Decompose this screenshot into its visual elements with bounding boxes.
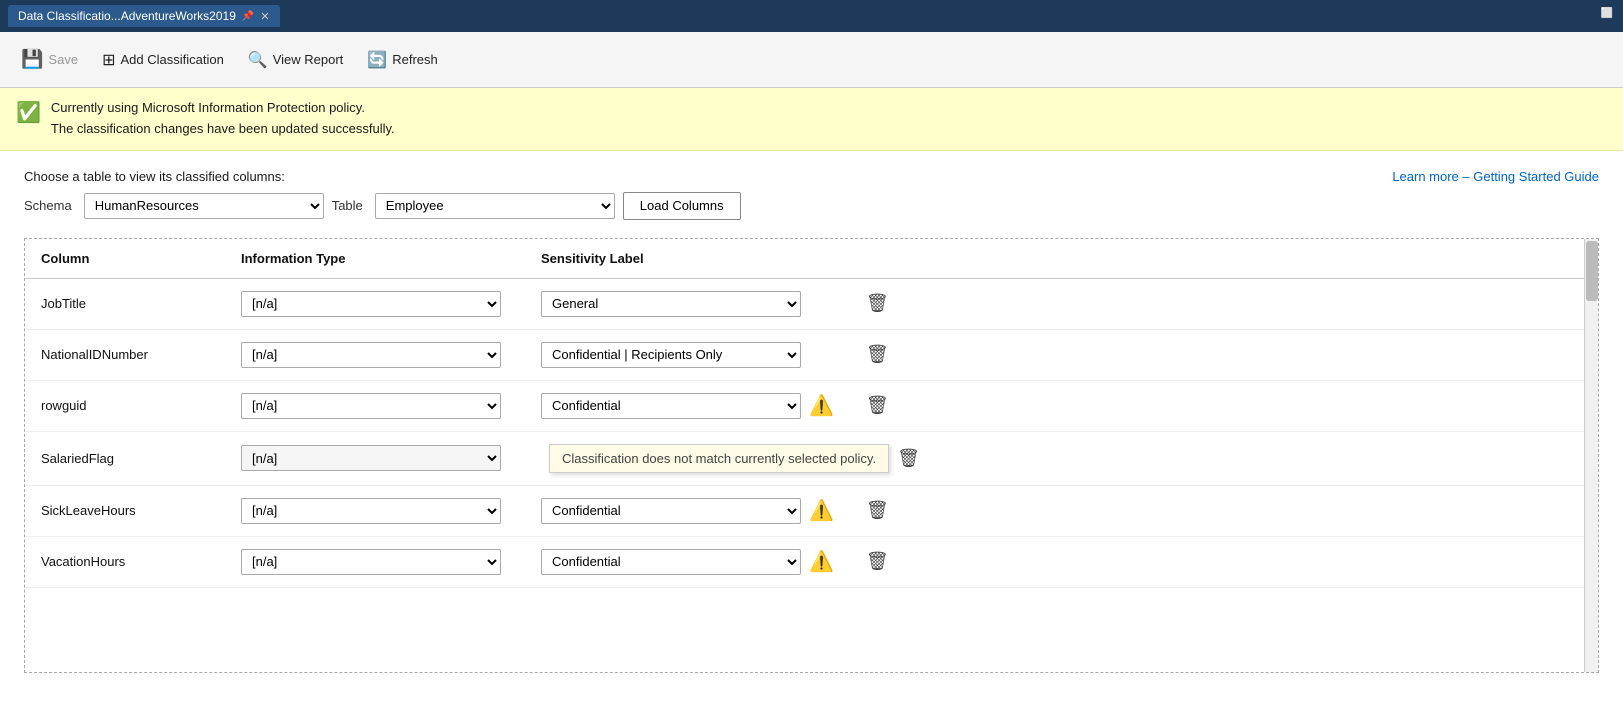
sensitivity-dropdown[interactable]: GeneralConfidentialConfidential | Recipi… xyxy=(541,393,801,419)
cell-row-actions: 🗑 xyxy=(850,536,1598,587)
save-button[interactable]: 💾 Save xyxy=(10,42,89,77)
cell-row-actions: 🗑 xyxy=(850,380,1598,431)
info-line-1: Currently using Microsoft Information Pr… xyxy=(51,98,395,119)
add-classification-icon: ⊞ xyxy=(102,50,115,70)
cell-row-actions: 🗑 xyxy=(850,329,1598,380)
info-line-2: The classification changes have been upd… xyxy=(51,119,395,140)
refresh-icon: 🔄 xyxy=(367,50,387,70)
cell-sensitivity: GeneralConfidentialConfidential | Recipi… xyxy=(525,278,850,329)
delete-row-icon[interactable]: 🗑 xyxy=(897,448,920,469)
main-content: Choose a table to view its classified co… xyxy=(0,151,1623,702)
view-report-button[interactable]: 🔍 View Report xyxy=(237,43,355,77)
cell-column-name: SickLeaveHours xyxy=(25,485,225,536)
cell-info-type: [n/a] xyxy=(225,431,525,485)
delete-row-icon[interactable]: 🗑 xyxy=(866,344,889,364)
success-icon: ✅ xyxy=(16,100,41,125)
warning-icon: ⚠️ xyxy=(809,393,834,418)
learn-more-link[interactable]: Learn more – Getting Started Guide xyxy=(1392,169,1599,184)
cell-info-type: [n/a]BankingCredit Card xyxy=(225,380,525,431)
controls-inner: Schema HumanResources dbo Person Product… xyxy=(24,192,741,220)
cell-info-type: [n/a]Banking xyxy=(225,485,525,536)
cell-info-type: [n/a] xyxy=(225,536,525,587)
cell-sensitivity: GeneralConfidentialConfidential | Recipi… xyxy=(525,329,850,380)
toolbar: 💾 Save ⊞ Add Classification 🔍 View Repor… xyxy=(0,32,1623,88)
cell-sensitivity: GeneralConfidentialConfidential | Recipi… xyxy=(525,380,850,431)
refresh-label: Refresh xyxy=(392,52,438,67)
cell-column-name: JobTitle xyxy=(25,278,225,329)
delete-row-icon[interactable]: 🗑 xyxy=(866,551,889,571)
cell-sensitivity: GeneralConfidentialConfidential | Recipi… xyxy=(525,536,850,587)
title-bar: Data Classificatio...AdventureWorks2019 … xyxy=(0,0,1623,32)
sensitivity-dropdown[interactable]: GeneralConfidentialConfidential | Recipi… xyxy=(541,498,801,524)
load-columns-label: Load Columns xyxy=(640,198,724,213)
col-header-info-type: Information Type xyxy=(225,239,525,279)
cell-row-actions: 🗑 xyxy=(850,485,1598,536)
pin-icon[interactable]: 📌 xyxy=(242,11,254,22)
table-row: JobTitle [n/a]BankingCredit CardFinancia… xyxy=(25,278,1598,329)
info-type-dropdown[interactable]: [n/a]Banking xyxy=(241,498,501,524)
delete-row-icon[interactable]: 🗑 xyxy=(866,500,889,520)
policy-mismatch-tooltip: Classification does not match currently … xyxy=(549,444,889,473)
table-label: Table xyxy=(332,198,363,213)
cell-column-name: rowguid xyxy=(25,380,225,431)
table-header-row: Column Information Type Sensitivity Labe… xyxy=(25,239,1598,279)
table-row: SalariedFlag [n/a] Classification does n… xyxy=(25,431,1598,485)
data-table: Column Information Type Sensitivity Labe… xyxy=(25,239,1598,588)
col-header-sensitivity: Sensitivity Label xyxy=(525,239,850,279)
cell-sensitivity: Classification does not match currently … xyxy=(525,431,1598,485)
controls-row: Choose a table to view its classified co… xyxy=(24,169,1599,220)
schema-dropdown[interactable]: HumanResources dbo Person Production Pur… xyxy=(84,193,324,219)
sensitivity-dropdown[interactable]: GeneralConfidentialConfidential | Recipi… xyxy=(541,549,801,575)
info-bar-text: Currently using Microsoft Information Pr… xyxy=(51,98,395,140)
col-header-column: Column xyxy=(25,239,225,279)
table-row: SickLeaveHours [n/a]Banking GeneralConfi… xyxy=(25,485,1598,536)
cell-info-type: [n/a]BankingCredit CardFinancialHealthNa… xyxy=(225,278,525,329)
add-classification-button[interactable]: ⊞ Add Classification xyxy=(91,43,235,77)
save-icon: 💾 xyxy=(21,49,43,70)
window-corner-icon: ⬜ xyxy=(1601,8,1613,19)
add-classification-label: Add Classification xyxy=(120,52,223,67)
delete-row-icon[interactable]: 🗑 xyxy=(866,395,889,415)
table-row: rowguid [n/a]BankingCredit Card GeneralC… xyxy=(25,380,1598,431)
info-type-dropdown[interactable]: [n/a]BankingCredit CardFinancialHealthNa… xyxy=(241,342,501,368)
cell-column-name: SalariedFlag xyxy=(25,431,225,485)
col-header-actions xyxy=(850,239,1598,279)
cell-column-name: VacationHours xyxy=(25,536,225,587)
schema-label: Schema xyxy=(24,198,72,213)
close-icon[interactable]: ✕ xyxy=(260,10,269,23)
scrollbar-track[interactable] xyxy=(1584,239,1598,672)
prompt-label: Choose a table to view its classified co… xyxy=(24,169,285,184)
warning-icon: ⚠️ xyxy=(809,549,834,574)
warning-icon: ⚠️ xyxy=(809,498,834,523)
info-type-dropdown[interactable]: [n/a] xyxy=(241,445,501,471)
sensitivity-dropdown[interactable]: GeneralConfidentialConfidential | Recipi… xyxy=(541,291,801,317)
table-row: VacationHours [n/a] GeneralConfidentialC… xyxy=(25,536,1598,587)
title-tab-label: Data Classificatio...AdventureWorks2019 xyxy=(18,9,236,23)
cell-sensitivity: GeneralConfidentialConfidential | Recipi… xyxy=(525,485,850,536)
scrollbar-thumb[interactable] xyxy=(1586,241,1598,301)
view-report-icon: 🔍 xyxy=(248,50,268,70)
cell-column-name: NationalIDNumber xyxy=(25,329,225,380)
save-label: Save xyxy=(48,52,78,67)
cell-row-actions: 🗑 xyxy=(850,278,1598,329)
load-columns-button[interactable]: Load Columns xyxy=(623,192,741,220)
title-tab[interactable]: Data Classificatio...AdventureWorks2019 … xyxy=(8,5,280,27)
table-dropdown[interactable]: Employee Department JobCandidate Shift xyxy=(375,193,615,219)
info-type-dropdown[interactable]: [n/a]BankingCredit Card xyxy=(241,393,501,419)
refresh-button[interactable]: 🔄 Refresh xyxy=(356,43,448,77)
info-type-dropdown[interactable]: [n/a]BankingCredit CardFinancialHealthNa… xyxy=(241,291,501,317)
delete-row-icon[interactable]: 🗑 xyxy=(866,293,889,313)
sensitivity-dropdown[interactable]: GeneralConfidentialConfidential | Recipi… xyxy=(541,342,801,368)
view-report-label: View Report xyxy=(273,52,344,67)
info-type-dropdown[interactable]: [n/a] xyxy=(241,549,501,575)
info-bar: ✅ Currently using Microsoft Information … xyxy=(0,88,1623,151)
cell-info-type: [n/a]BankingCredit CardFinancialHealthNa… xyxy=(225,329,525,380)
data-table-container: Column Information Type Sensitivity Labe… xyxy=(24,238,1599,673)
table-row: NationalIDNumber [n/a]BankingCredit Card… xyxy=(25,329,1598,380)
